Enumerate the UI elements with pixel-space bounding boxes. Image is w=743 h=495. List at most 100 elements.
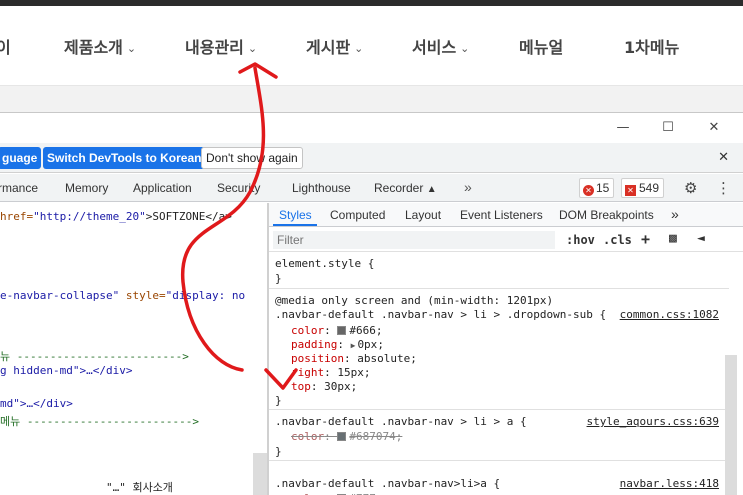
- rule-selector: .navbar-default .navbar-nav>li>a {: [275, 477, 501, 490]
- media-query: @media only screen and (min-width: 1201p…: [275, 294, 554, 307]
- decl-prop: padding: [291, 338, 338, 351]
- rule-close: }: [275, 272, 282, 285]
- kebab-menu-icon[interactable]: ⋮: [716, 179, 731, 197]
- decl-right[interactable]: right: 15px;: [291, 366, 371, 379]
- language-button[interactable]: guage: [0, 147, 42, 169]
- dom-line[interactable]: "…" 회사소개: [0, 479, 180, 495]
- issues-count: 549: [639, 181, 660, 195]
- rule-navbar-link-aqours[interactable]: .navbar-default .navbar-nav > li > a { s…: [269, 411, 729, 461]
- dom-comment: 메뉴 ------------------------->: [0, 415, 200, 428]
- decl-value: #666: [349, 324, 376, 337]
- close-icon[interactable]: ✕: [704, 118, 724, 138]
- paint-bucket-icon[interactable]: ▩: [669, 231, 677, 246]
- color-swatch[interactable]: [337, 432, 347, 441]
- dom-attr-value: md">…</div>: [0, 397, 73, 410]
- nav-item-manual[interactable]: 메뉴얼: [519, 34, 563, 58]
- rule-selector: .navbar-default .navbar-nav > li > .drop…: [275, 308, 607, 321]
- rule-source-link[interactable]: navbar.less:418: [620, 477, 719, 490]
- sidebar-toggle-icon[interactable]: ◄: [697, 231, 705, 246]
- nav-item-label: 게시판: [306, 38, 351, 57]
- error-count-badge[interactable]: ✕ 15: [579, 178, 615, 198]
- decl-value: #687074: [349, 430, 396, 443]
- tab-performance[interactable]: rmance: [0, 181, 38, 195]
- issues-count-badge[interactable]: ✕ 549: [621, 178, 665, 198]
- minimize-icon[interactable]: —: [613, 118, 633, 138]
- error-icon: ✕: [583, 185, 594, 196]
- decl-value: 30px: [324, 380, 351, 393]
- rule-dropdown-sub[interactable]: @media only screen and (min-width: 1201p…: [269, 290, 729, 410]
- styles-filter-input[interactable]: [273, 231, 555, 249]
- styles-subtabs: Styles Computed Layout Event Listeners D…: [269, 203, 743, 227]
- nav-item-partial[interactable]: 이: [0, 34, 11, 58]
- dom-line[interactable]: md">…</div>: [0, 397, 73, 410]
- dom-attr-value: "display: no: [165, 289, 246, 302]
- rule-element-style[interactable]: element.style { }: [269, 254, 729, 289]
- elements-panel[interactable]: href="http://theme_20">SOFTZONE</a> e-na…: [0, 203, 267, 495]
- more-subtabs-icon[interactable]: »: [671, 206, 679, 222]
- decl-color-overridden[interactable]: color: #687074;: [291, 430, 402, 443]
- hov-toggle[interactable]: :hov: [566, 233, 595, 247]
- nav-item-label: 서비스: [412, 38, 457, 57]
- subtab-styles[interactable]: Styles: [279, 208, 312, 222]
- tab-application[interactable]: Application: [133, 181, 192, 195]
- site-navbar: 이 제품소개 ⌄ 내용관리 ⌄ 게시판 ⌄ 서비스 ⌄ 메뉴얼 1차메뉴: [0, 6, 743, 86]
- tab-lighthouse[interactable]: Lighthouse: [292, 181, 351, 195]
- new-rule-icon[interactable]: +: [641, 230, 650, 248]
- issues-icon: ✕: [625, 185, 636, 196]
- devtools-titlebar: — ☐ ✕: [0, 113, 743, 143]
- rule-source-link[interactable]: common.css:1082: [620, 308, 719, 321]
- decl-color[interactable]: color: #666;: [291, 324, 383, 337]
- decl-position[interactable]: position: absolute;: [291, 352, 417, 365]
- tab-memory[interactable]: Memory: [65, 181, 108, 195]
- elements-scrollbar[interactable]: [253, 453, 267, 495]
- nav-item-content[interactable]: 내용관리 ⌄: [185, 34, 257, 58]
- dom-text: >SOFTZONE</a>: [145, 210, 232, 223]
- language-infobar: guage Switch DevTools to Korean Don't sh…: [0, 143, 743, 173]
- decl-value: 0px: [357, 338, 378, 351]
- nav-item-label: 내용관리: [185, 38, 244, 57]
- switch-language-button[interactable]: Switch DevTools to Korean: [43, 147, 206, 169]
- dom-text: "…" 회사소개: [0, 481, 180, 494]
- expand-triangle-icon[interactable]: ▶: [351, 341, 356, 350]
- dom-attr-value: e-navbar-collapse": [0, 289, 126, 302]
- dom-comment: 뉴 ------------------------->: [0, 350, 189, 363]
- nav-item-label: 1차메뉴: [624, 38, 680, 57]
- cls-toggle[interactable]: .cls: [603, 233, 632, 247]
- decl-prop: position: [291, 352, 344, 365]
- color-swatch[interactable]: [337, 326, 347, 335]
- nav-item-products[interactable]: 제품소개 ⌄: [64, 34, 136, 58]
- decl-prop: color: [291, 324, 325, 337]
- styles-filter-row: :hov .cls + ▩ ◄: [269, 228, 743, 252]
- gear-icon[interactable]: ⚙: [684, 179, 697, 197]
- subtab-computed[interactable]: Computed: [330, 208, 385, 222]
- dom-attr-value: g hidden-md">…</div>: [0, 364, 133, 377]
- tab-security[interactable]: Security: [217, 181, 260, 195]
- dom-line[interactable]: g hidden-md">…</div>: [0, 364, 132, 377]
- nav-item-first-menu[interactable]: 1차메뉴: [624, 34, 679, 58]
- nav-item-services[interactable]: 서비스 ⌄: [412, 34, 469, 58]
- nav-item-partial-label: 이: [0, 38, 11, 57]
- tab-recorder[interactable]: Recorder ▲: [374, 181, 437, 195]
- more-tabs-icon[interactable]: »: [464, 179, 472, 195]
- rule-source-link[interactable]: style_aqours.css:639: [587, 415, 719, 428]
- dom-comment-line[interactable]: 뉴 ------------------------->: [0, 348, 189, 364]
- decl-prop: color: [291, 430, 325, 443]
- dom-comment-line[interactable]: 메뉴 ------------------------->: [0, 413, 199, 429]
- subtab-event-listeners[interactable]: Event Listeners: [460, 208, 543, 222]
- dom-line[interactable]: e-navbar-collapse" style="display: no: [0, 289, 245, 302]
- subtab-dom-breakpoints[interactable]: DOM Breakpoints: [559, 208, 654, 222]
- dom-attr: href=: [0, 210, 34, 223]
- flask-icon: ▲: [426, 184, 437, 195]
- nav-item-board[interactable]: 게시판 ⌄: [306, 34, 363, 58]
- decl-padding[interactable]: padding: ▶ 0px;: [291, 338, 384, 351]
- subtab-layout[interactable]: Layout: [405, 208, 441, 222]
- dont-show-again-button[interactable]: Don't show again: [201, 147, 303, 169]
- decl-top[interactable]: top: 30px;: [291, 380, 357, 393]
- maximize-icon[interactable]: ☐: [658, 118, 678, 138]
- infobar-close-icon[interactable]: ✕: [718, 149, 729, 165]
- tab-recorder-label: Recorder: [374, 181, 424, 195]
- styles-scrollbar[interactable]: [725, 355, 737, 495]
- rule-navbar-link-less[interactable]: .navbar-default .navbar-nav>li>a { navba…: [269, 462, 729, 495]
- dom-line[interactable]: href="http://theme_20">SOFTZONE</a>: [0, 210, 232, 223]
- rule-selector: element.style {: [275, 257, 375, 270]
